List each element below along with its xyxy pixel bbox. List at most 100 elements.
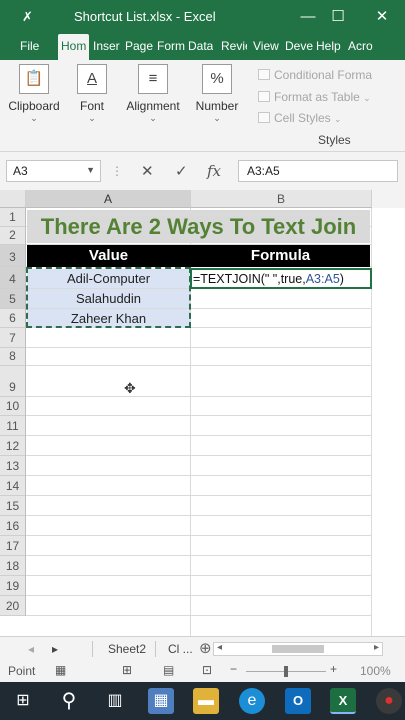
conditional-formatting-button[interactable]: Conditional Forma xyxy=(258,68,372,82)
row-header[interactable]: 12 xyxy=(0,436,26,456)
format-as-table-button[interactable]: Format as Table ⌄ xyxy=(258,90,371,104)
sheet-next-icon[interactable]: ▸ xyxy=(52,642,58,656)
row-header[interactable]: 14 xyxy=(0,476,26,496)
scrollbar-thumb[interactable] xyxy=(272,645,324,653)
row-number: 9 xyxy=(9,380,16,394)
divider xyxy=(92,641,93,657)
font-label: Font xyxy=(79,99,104,113)
sheet-tab-more[interactable]: Cl ... xyxy=(168,642,193,656)
row-header[interactable]: 2 xyxy=(0,227,26,245)
close-button[interactable]: ✕ xyxy=(370,6,394,28)
row-header[interactable]: 3 xyxy=(0,245,26,267)
row-header[interactable]: 13 xyxy=(0,456,26,476)
value-header-cell[interactable]: Value xyxy=(27,245,190,267)
restore-button[interactable]: ☐ xyxy=(326,6,350,28)
insert-function-icon[interactable]: fx xyxy=(207,162,221,180)
calculator-icon[interactable]: ▦ xyxy=(148,688,174,714)
tab-view[interactable]: View xyxy=(253,39,279,53)
formula-input[interactable]: A3:A5 xyxy=(238,160,398,182)
sheet-tab-sheet2[interactable]: Sheet2 xyxy=(108,642,146,656)
row-number: 8 xyxy=(9,349,16,363)
row-header[interactable]: 15 xyxy=(0,496,26,516)
gridline xyxy=(26,347,371,348)
row-header[interactable]: 16 xyxy=(0,516,26,536)
row-header[interactable]: 10 xyxy=(0,397,26,416)
row-number: 18 xyxy=(5,559,20,573)
column-header-a[interactable]: A xyxy=(26,190,191,208)
clipboard-group[interactable]: 📋 Clipboard ⌄ xyxy=(6,64,62,124)
outlook-icon[interactable]: O xyxy=(285,688,311,714)
tab-formulas[interactable]: Form xyxy=(157,39,185,53)
row-header[interactable]: 17 xyxy=(0,536,26,556)
windows-start-icon[interactable]: ⊞ xyxy=(10,688,36,714)
header-row: Value Formula xyxy=(27,245,370,267)
divider xyxy=(155,641,156,657)
row-header[interactable]: 11 xyxy=(0,416,26,436)
add-sheet-icon[interactable]: ⊕ xyxy=(199,639,212,657)
tab-help[interactable]: Help xyxy=(316,39,341,53)
row-header[interactable]: 5 xyxy=(0,289,26,309)
clipboard-label: Clipboard xyxy=(8,99,60,113)
row-number: 1 xyxy=(9,210,16,224)
tab-developer[interactable]: Deve xyxy=(285,39,313,53)
tab-page-layout[interactable]: Page xyxy=(125,39,153,53)
tab-acrobat[interactable]: Acro xyxy=(348,39,373,53)
cancel-icon[interactable]: ✕ xyxy=(141,162,154,180)
select-all-corner[interactable] xyxy=(0,190,26,208)
tab-file[interactable]: File xyxy=(20,39,39,53)
tab-home[interactable]: Hom xyxy=(58,34,89,60)
row-header[interactable]: 20 xyxy=(0,596,26,616)
sheet-tab-bar: ◂ ▸ Sheet2 Cl ... ⊕ ◂ ▸ xyxy=(0,636,405,660)
gridline xyxy=(26,396,371,397)
row-header[interactable]: 9 xyxy=(0,366,26,397)
minimize-button[interactable]: — xyxy=(296,6,320,28)
row-header[interactable]: 1 xyxy=(0,208,26,227)
font-group[interactable]: A Font ⌄ xyxy=(74,64,110,124)
row-number: 13 xyxy=(5,459,20,473)
search-icon[interactable]: ⚲ xyxy=(56,688,82,714)
page-break-view-icon[interactable]: ⊡ xyxy=(202,663,212,677)
column-header-b[interactable]: B xyxy=(191,190,372,208)
alignment-label: Alignment xyxy=(126,99,180,113)
name-box[interactable]: A3 ▼ xyxy=(6,160,101,182)
sheet-prev-icon[interactable]: ◂ xyxy=(28,642,34,656)
row-header[interactable]: 4 xyxy=(0,267,26,289)
row-header[interactable]: 6 xyxy=(0,309,26,328)
row-header[interactable]: 19 xyxy=(0,576,26,596)
quick-access-save-icon[interactable]: ✗ xyxy=(22,9,33,25)
title-cell[interactable]: There Are 2 Ways To Text Join xyxy=(27,210,370,243)
zoom-level[interactable]: 100% xyxy=(360,664,391,678)
recorder-app-icon[interactable]: ● xyxy=(376,688,402,714)
mode-indicator: Point xyxy=(8,664,36,678)
formula-bar: A3 ▼ ⋮ ✕ ✓ fx A3:A5 xyxy=(0,152,405,190)
row-header[interactable]: 7 xyxy=(0,328,26,348)
zoom-in-icon[interactable]: + xyxy=(330,662,337,676)
zoom-slider-thumb[interactable] xyxy=(284,666,288,677)
horizontal-scrollbar[interactable]: ◂ ▸ xyxy=(213,642,383,656)
windows-taskbar: ⊞ ⚲ ▥ ▦ ▬ e O X ● xyxy=(0,682,405,720)
normal-view-icon[interactable]: ⊞ xyxy=(122,663,132,677)
row-header[interactable]: 18 xyxy=(0,556,26,576)
chevron-down-icon: ▼ xyxy=(86,165,95,175)
page-layout-view-icon[interactable]: ▤ xyxy=(163,663,174,677)
scroll-right-icon[interactable]: ▸ xyxy=(374,642,379,653)
excel-app-icon[interactable]: X xyxy=(330,688,356,714)
enter-icon[interactable]: ✓ xyxy=(175,162,188,180)
number-group[interactable]: % Number ⌄ xyxy=(194,64,240,124)
tab-review[interactable]: Revie xyxy=(221,39,247,53)
tab-insert[interactable]: Inser xyxy=(93,39,120,53)
zoom-out-icon[interactable]: − xyxy=(230,662,237,676)
alignment-group[interactable]: ≡ Alignment ⌄ xyxy=(124,64,182,124)
macro-record-icon[interactable]: ▦ xyxy=(55,663,66,677)
row-number: 6 xyxy=(9,311,16,325)
tab-data[interactable]: Data xyxy=(188,39,213,53)
formula-header-cell[interactable]: Formula xyxy=(191,245,370,267)
file-explorer-icon[interactable]: ▬ xyxy=(193,688,219,714)
row-header[interactable]: 8 xyxy=(0,348,26,366)
scroll-left-icon[interactable]: ◂ xyxy=(217,642,222,653)
cell-styles-button[interactable]: Cell Styles ⌄ xyxy=(258,111,342,125)
active-cell-editor[interactable]: =TEXTJOIN(" ",true,A3:A5) xyxy=(190,268,372,289)
task-view-icon[interactable]: ▥ xyxy=(102,688,128,714)
row-number: 12 xyxy=(5,439,20,453)
edge-browser-icon[interactable]: e xyxy=(239,688,265,714)
